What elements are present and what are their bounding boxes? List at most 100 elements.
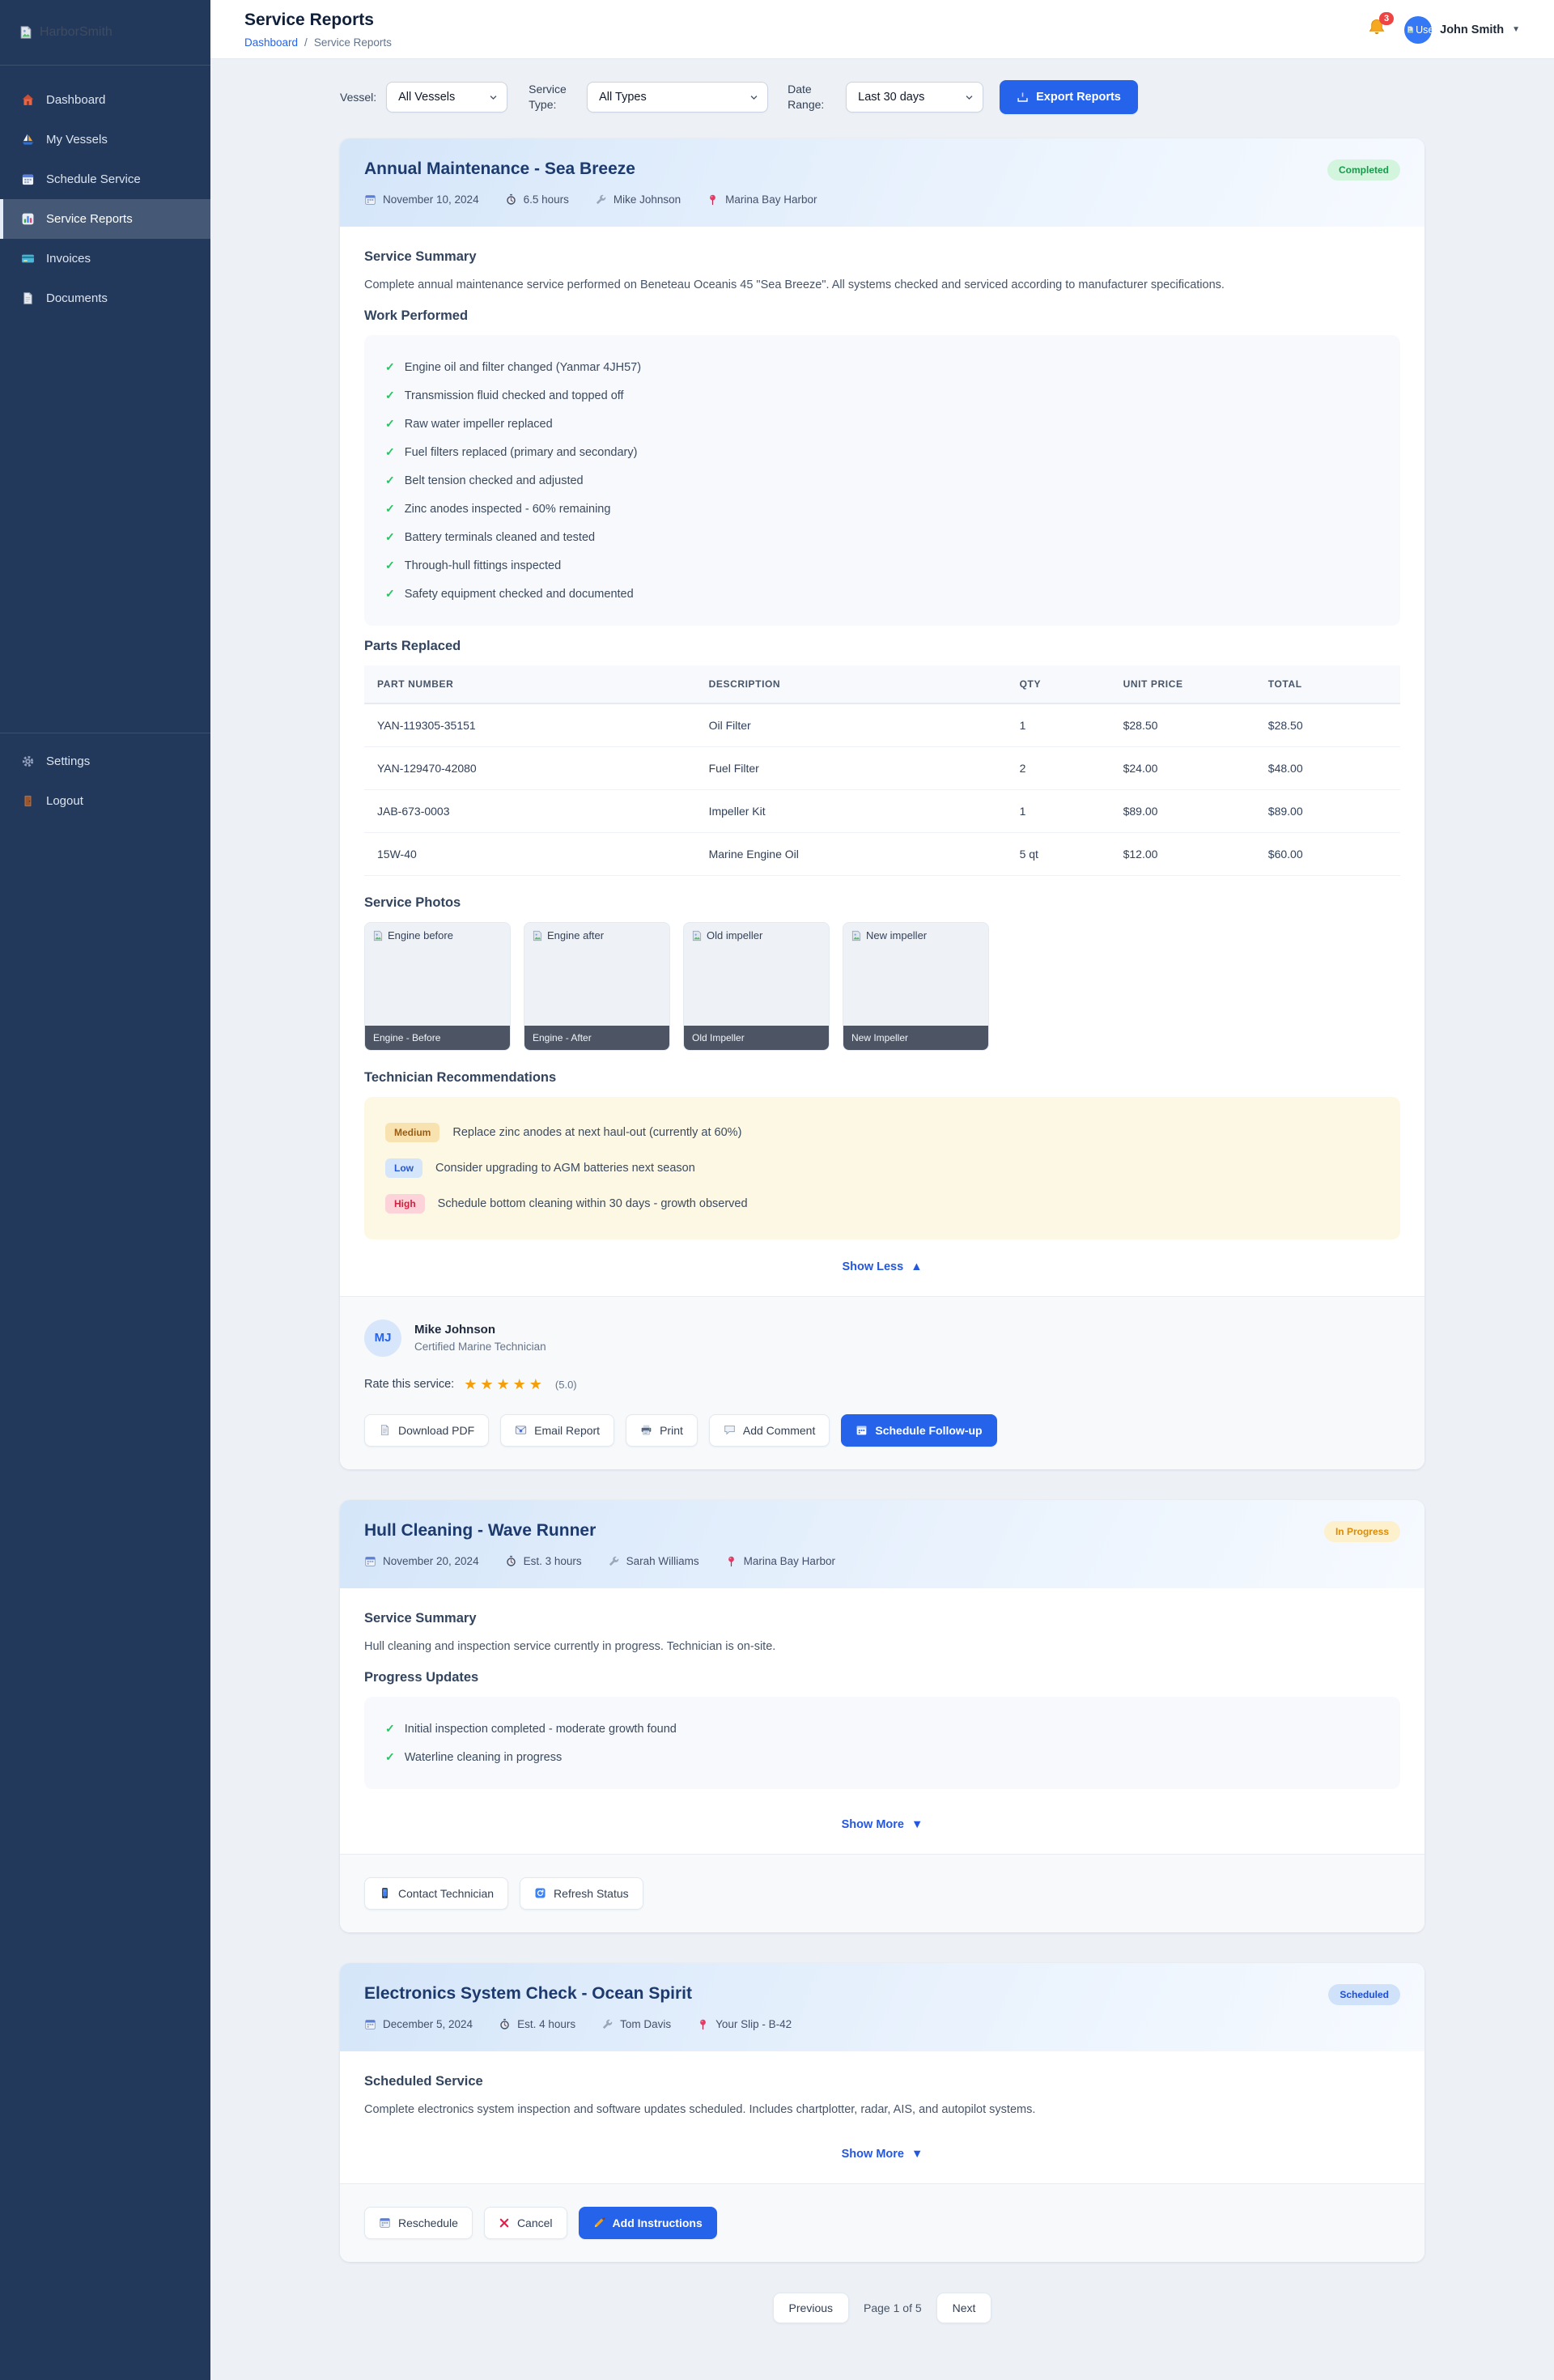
sidebar-item-my-vessels[interactable]: My Vessels	[0, 120, 210, 159]
vessel-select[interactable]: All Vessels	[386, 82, 507, 113]
report-card-header: Hull Cleaning - Wave Runner November 20,…	[340, 1500, 1424, 1588]
report-card-hull-cleaning: Hull Cleaning - Wave Runner November 20,…	[340, 1500, 1424, 1932]
previous-page-button[interactable]: Previous	[773, 2293, 849, 2323]
check-icon: ✓	[385, 1722, 395, 1736]
export-reports-button[interactable]: Export Reports	[1000, 80, 1138, 114]
sidebar-item-schedule-service[interactable]: Schedule Service	[0, 159, 210, 199]
app-root: HarborSmith Dashboard My Vessels Schedul…	[0, 0, 1554, 2380]
email-report-button[interactable]: Email Report	[500, 1414, 614, 1447]
calendar-icon	[856, 1424, 868, 1436]
report-date: November 20, 2024	[383, 1555, 479, 1567]
progress-updates-list: ✓Initial inspection completed - moderate…	[364, 1697, 1400, 1789]
date-range-select[interactable]: Last 30 days	[846, 82, 983, 113]
page-status: Page 1 of 5	[864, 2301, 922, 2314]
priority-badge: Medium	[385, 1123, 439, 1142]
breadcrumb-link-dashboard[interactable]: Dashboard	[244, 36, 298, 49]
x-icon	[499, 2217, 510, 2229]
list-item: ✓Battery terminals cleaned and tested	[385, 523, 1379, 551]
list-item: ✓Belt tension checked and adjusted	[385, 466, 1379, 495]
section-heading-work-performed: Work Performed	[364, 308, 1400, 324]
star-rating[interactable]: ★★★★★	[464, 1376, 546, 1393]
cancel-button[interactable]: Cancel	[484, 2207, 567, 2239]
pencil-icon	[593, 2216, 605, 2229]
report-actions: Download PDF Email Report Print	[364, 1414, 1400, 1447]
photo-caption: Engine - After	[524, 1026, 669, 1050]
show-more-toggle[interactable]: Show More ▼	[364, 1802, 1400, 1849]
service-photo[interactable]: New impeller New Impeller	[843, 922, 989, 1051]
service-type-select[interactable]: All Types	[587, 82, 768, 113]
report-location: Your Slip - B-42	[715, 2018, 792, 2030]
check-icon: ✓	[385, 360, 395, 374]
breadcrumb: Dashboard / Service Reports	[244, 36, 392, 49]
list-item: ✓Transmission fluid checked and topped o…	[385, 381, 1379, 410]
add-instructions-button[interactable]: Add Instructions	[579, 2207, 717, 2239]
chevron-down-icon	[965, 93, 974, 102]
add-comment-button[interactable]: Add Comment	[709, 1414, 830, 1447]
photo-caption: New Impeller	[843, 1026, 988, 1050]
service-type-filter-label: Service Type:	[529, 82, 577, 113]
broken-image-icon	[690, 929, 703, 942]
sidebar-item-invoices[interactable]: Invoices	[0, 239, 210, 278]
report-card-body: Service Summary Complete annual maintena…	[340, 227, 1424, 1296]
sidebar-item-label: Documents	[46, 291, 108, 305]
reschedule-button[interactable]: Reschedule	[364, 2207, 473, 2239]
bar-chart-icon	[21, 212, 35, 226]
broken-image-icon	[850, 929, 863, 942]
table-header-row: PART NUMBER DESCRIPTION QTY UNIT PRICE T…	[364, 665, 1400, 703]
user-menu[interactable]: User John Smith ▼	[1404, 16, 1520, 44]
table-row: YAN-129470-42080Fuel Filter2$24.00$48.00	[364, 746, 1400, 789]
sidebar-item-logout[interactable]: Logout	[0, 781, 210, 821]
app-logo: HarborSmith	[0, 0, 210, 66]
photo-alt-text: Old impeller	[707, 929, 762, 941]
page-title: Service Reports	[244, 11, 392, 30]
report-card-footer: Contact Technician Refresh Status	[340, 1854, 1424, 1932]
vessel-filter-label: Vessel:	[340, 90, 376, 105]
refresh-status-button[interactable]: Refresh Status	[520, 1877, 643, 1910]
chevron-up-icon: ▲	[911, 1260, 922, 1273]
toggle-label: Show More	[842, 2148, 904, 2161]
sidebar-item-dashboard[interactable]: Dashboard	[0, 80, 210, 120]
download-pdf-button[interactable]: Download PDF	[364, 1414, 489, 1447]
check-icon: ✓	[385, 502, 395, 516]
report-card-electronics-check: Electronics System Check - Ocean Spirit …	[340, 1963, 1424, 2262]
status-badge: Completed	[1327, 159, 1400, 181]
show-more-toggle[interactable]: Show More ▼	[364, 2131, 1400, 2178]
service-photo[interactable]: Old impeller Old Impeller	[683, 922, 830, 1051]
report-location: Marina Bay Harbor	[744, 1555, 835, 1567]
technician-info: MJ Mike Johnson Certified Marine Technic…	[364, 1320, 1400, 1357]
service-photo[interactable]: Engine before Engine - Before	[364, 922, 511, 1051]
broken-image-icon	[531, 929, 544, 942]
wrench-icon	[601, 2018, 614, 2030]
chevron-down-icon	[489, 93, 498, 102]
report-title: Hull Cleaning - Wave Runner	[364, 1521, 835, 1541]
sidebar-item-settings[interactable]: Settings	[0, 742, 210, 781]
main-area: Service Reports Dashboard / Service Repo…	[210, 0, 1554, 2380]
calendar-icon	[379, 2216, 391, 2229]
priority-badge: Low	[385, 1158, 422, 1178]
export-icon	[1017, 91, 1029, 104]
schedule-follow-up-button[interactable]: Schedule Follow-up	[841, 1414, 996, 1447]
list-item: ✓Fuel filters replaced (primary and seco…	[385, 438, 1379, 466]
report-technician: Mike Johnson	[614, 193, 681, 206]
service-photo[interactable]: Engine after Engine - After	[524, 922, 670, 1051]
sidebar-item-service-reports[interactable]: Service Reports	[0, 199, 210, 239]
document-icon	[21, 291, 35, 305]
sidebar-item-label: Logout	[46, 794, 83, 808]
report-meta: December 5, 2024 Est. 4 hours Tom Davis …	[364, 2018, 792, 2030]
sidebar-item-documents[interactable]: Documents	[0, 278, 210, 318]
table-row: YAN-119305-35151Oil Filter1$28.50$28.50	[364, 703, 1400, 747]
notifications-button[interactable]: 3	[1367, 18, 1386, 41]
avatar: User	[1404, 16, 1432, 44]
rate-label: Rate this service:	[364, 1378, 454, 1391]
print-button[interactable]: Print	[626, 1414, 698, 1447]
list-item: ✓Waterline cleaning in progress	[385, 1743, 1379, 1771]
show-less-toggle[interactable]: Show Less ▲	[364, 1244, 1400, 1291]
logo-text: HarborSmith	[40, 25, 113, 40]
pdf-icon	[379, 1424, 391, 1436]
next-page-button[interactable]: Next	[936, 2293, 992, 2323]
export-button-label: Export Reports	[1036, 91, 1121, 104]
breadcrumb-current: Service Reports	[314, 36, 392, 49]
report-title: Annual Maintenance - Sea Breeze	[364, 159, 817, 179]
contact-technician-button[interactable]: Contact Technician	[364, 1877, 508, 1910]
list-item: ✓Safety equipment checked and documented	[385, 580, 1379, 608]
